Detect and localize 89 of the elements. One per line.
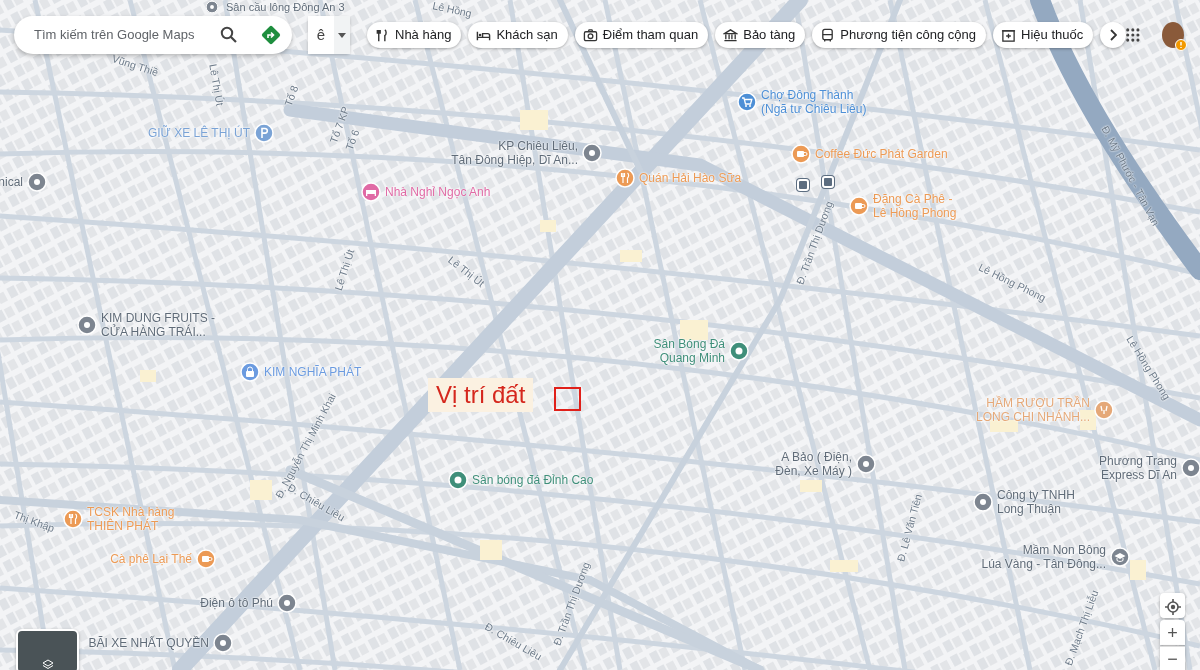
bus-stop-icon[interactable] (822, 176, 834, 188)
category-chip[interactable]: Hiệu thuốc (993, 22, 1094, 48)
category-chip[interactable]: Điểm tham quan (574, 22, 709, 48)
restaurant-place-icon[interactable] (615, 168, 635, 188)
generic-place-icon[interactable] (582, 143, 602, 163)
building (1130, 560, 1146, 580)
generic-place-icon[interactable] (77, 315, 97, 335)
generic-place-icon[interactable] (205, 0, 219, 14)
zoom-out-button[interactable]: − (1160, 646, 1185, 670)
building-icon (723, 27, 739, 43)
location-annotation: Vị trí đất (428, 378, 534, 412)
generic-place-icon[interactable] (856, 454, 876, 474)
street-label: Vũng Thiề (109, 51, 161, 81)
building (480, 540, 502, 560)
street-label: Đ. Lê Văn Tiên (893, 492, 925, 564)
hotel-place-icon[interactable] (361, 182, 381, 202)
caret-button[interactable] (334, 16, 350, 54)
place-label[interactable]: A Bảo ( Điện, Đèn, Xe Máy ) (775, 450, 852, 478)
generic-place-icon[interactable] (277, 593, 297, 613)
street-label: Tổ 8 (281, 83, 302, 109)
plot-marker (554, 387, 581, 411)
category-chip[interactable]: Phương tiện công cộng (812, 22, 987, 48)
building (140, 370, 156, 382)
category-chip[interactable]: Bảo tàng (715, 22, 806, 48)
search-icon[interactable] (220, 26, 238, 44)
generic-place-icon[interactable] (973, 492, 993, 512)
building (680, 320, 708, 340)
fork-knife-icon (375, 27, 390, 43)
place-label[interactable]: Sân cầu lông Đông An 3 (226, 0, 345, 14)
place-label[interactable]: Sân Bóng Đá Quang Minh (653, 337, 725, 365)
cafe-place-icon[interactable] (849, 196, 869, 216)
medical-box-icon (1001, 27, 1017, 43)
search-bar[interactable]: Tìm kiếm trên Google Maps (14, 16, 292, 54)
place-label[interactable]: Công ty TNHH Long Thuận (997, 488, 1075, 516)
school-place-icon[interactable] (1110, 547, 1130, 567)
caret-icon (338, 32, 346, 38)
place-label[interactable]: KIM DUNG FRUITS - CỬA HÀNG TRÁI... (101, 311, 215, 339)
street-label: Thị Khập (11, 507, 57, 536)
street-label: Lê Hồng (430, 0, 474, 22)
place-label[interactable]: Nhà Nghỉ Ngọc Anh (385, 185, 491, 199)
zoom-in-button[interactable]: + (1160, 620, 1185, 645)
alert-badge-icon (1175, 39, 1187, 51)
bus-stop-icon[interactable] (797, 179, 809, 191)
street-label: Tổ 6 (342, 127, 363, 153)
place-label[interactable]: Điện ô tô Phú (200, 596, 273, 610)
generic-place-icon[interactable] (1181, 458, 1200, 478)
place-label[interactable]: KIM NGHĨA PHÁT (264, 365, 362, 379)
building (830, 560, 858, 572)
generic-place-icon[interactable] (27, 172, 47, 192)
place-label[interactable]: BÃI XE NHẤT QUYỀN (88, 636, 209, 650)
building (520, 110, 548, 130)
bank-place-icon[interactable] (240, 362, 260, 382)
category-chip[interactable]: Nhà hàng (367, 22, 462, 48)
input-tool-button[interactable]: ê (308, 16, 334, 54)
restaurant-place-icon[interactable] (63, 509, 83, 529)
building (800, 480, 822, 492)
parking-place-icon[interactable] (254, 123, 274, 143)
layers-thumbnail[interactable] (16, 629, 79, 670)
stadium-place-icon[interactable] (729, 341, 749, 361)
street-label: Lê Thị Út (206, 62, 228, 108)
place-label[interactable]: Chợ Đông Thành (Ngã tư Chiêu Liêu) (761, 88, 867, 116)
category-chip[interactable]: Khách sạn (468, 22, 568, 48)
place-label[interactable]: KP Chiêu Liêu, Tân Đông Hiệp, Dĩ An... (451, 139, 578, 167)
generic-place-icon[interactable] (213, 633, 233, 653)
apps-grid-icon[interactable] (1126, 27, 1140, 43)
bar-place-icon[interactable] (1094, 400, 1114, 420)
cafe-place-icon[interactable] (196, 549, 216, 569)
street-label: Lê Thị Út (445, 252, 488, 292)
place-label[interactable]: Sân bóng đá Đỉnh Cao (472, 473, 594, 487)
building (990, 420, 1018, 432)
street-label: Lê Thị Út (330, 247, 358, 293)
bus-icon (820, 27, 836, 43)
search-field[interactable]: Tìm kiếm trên Google Maps (32, 24, 212, 46)
building (620, 250, 642, 262)
building (250, 480, 272, 500)
shop-place-icon[interactable] (737, 92, 757, 112)
place-label[interactable]: Phương Trang Express Dĩ An (1099, 454, 1177, 482)
crosshair-icon (1164, 598, 1181, 615)
cafe-place-icon[interactable] (791, 144, 811, 164)
stadium-place-icon[interactable] (448, 470, 468, 490)
street-label: Đ. Mạch Thị Liễu (1061, 588, 1102, 668)
camera-icon (582, 27, 598, 43)
place-label[interactable]: Mầm Non Bông Lúa Vàng - Tân Đông... (981, 543, 1106, 571)
building (540, 220, 556, 232)
chevron-right-icon (1109, 29, 1118, 41)
layers-icon (42, 659, 54, 670)
my-location-button[interactable] (1160, 593, 1185, 618)
place-label[interactable]: nical (0, 175, 23, 189)
place-label[interactable]: GIỮ XE LÊ THỊ ÚT (147, 126, 250, 140)
